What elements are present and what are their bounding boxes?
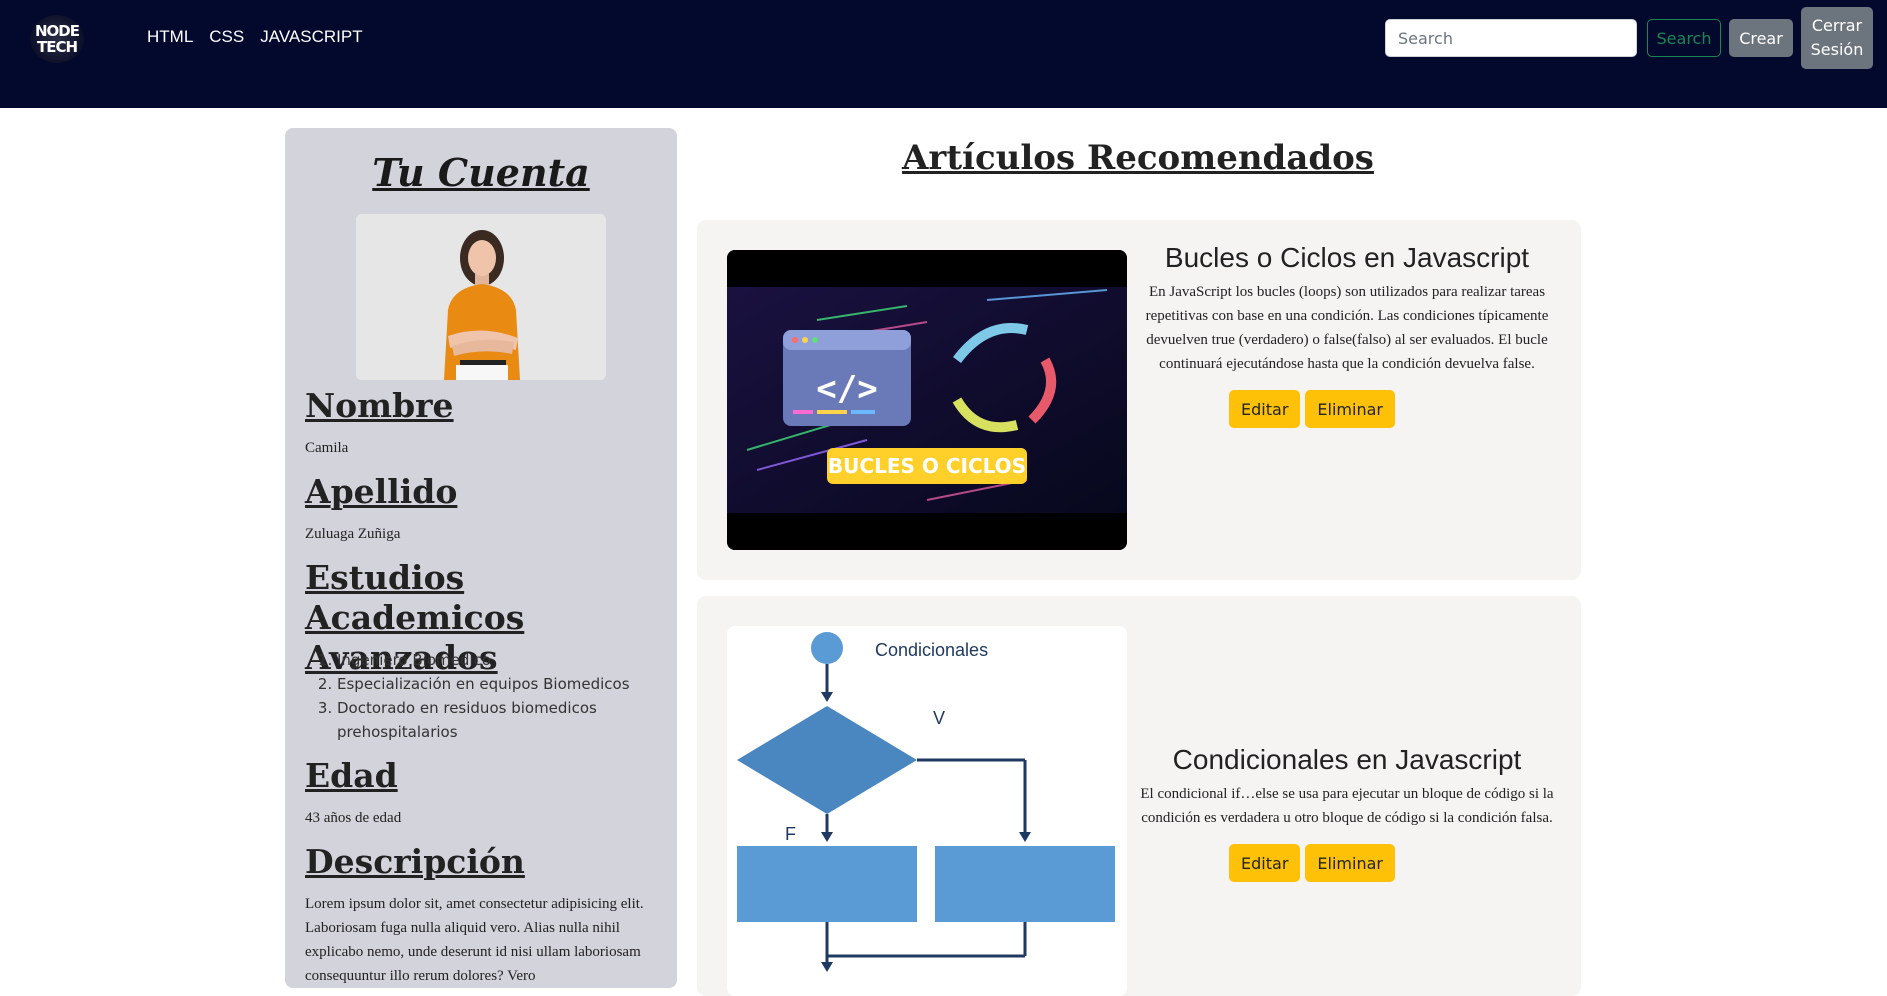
articles-heading: Artículos Recomendados <box>902 138 1374 178</box>
flowchart-true-label: V <box>933 708 945 728</box>
article-text: El condicional if…else se usa para ejecu… <box>1140 786 1554 826</box>
article-title: Condicionales en Javascript <box>1172 744 1522 775</box>
edit-button[interactable]: Editar <box>1229 844 1301 882</box>
article-title: Bucles o Ciclos en Javascript <box>1164 242 1530 273</box>
article-body-conditionals: Condicionales en Javascript El condicion… <box>1137 744 1557 882</box>
list-item: Especialización en equipos Biomedicos <box>337 672 667 696</box>
profile-photo <box>356 214 606 380</box>
logo[interactable]: NODE TECH <box>30 15 84 63</box>
article-actions: Editar Eliminar <box>1067 844 1557 882</box>
nav-link-html[interactable]: HTML <box>147 27 193 47</box>
account-title: Tu Cuenta <box>372 150 590 195</box>
article-body-loops: Bucles o Ciclos en Javascript En JavaScr… <box>1137 242 1557 428</box>
flowchart-title: Condicionales <box>875 640 988 660</box>
profile-photo-illustration <box>356 214 606 380</box>
delete-button[interactable]: Eliminar <box>1305 844 1395 882</box>
lastname-value: Zuluaga Zuñiga <box>305 526 401 542</box>
search-button[interactable]: Search <box>1647 19 1721 57</box>
article-card-loops: </> BUCLES O CICLOS Bucles o Ciclos en J… <box>697 220 1581 580</box>
article-actions: Editar Eliminar <box>1067 390 1557 428</box>
logo-line2: TECH <box>36 38 78 56</box>
list-item: Doctorado en residuos biomedicos prehosp… <box>337 696 667 744</box>
lastname-heading: Apellido <box>305 472 458 511</box>
search-input[interactable] <box>1385 19 1637 57</box>
article-image-conditionals[interactable]: Condicionales V F <box>727 626 1127 996</box>
navbar: NODE TECH HTML CSS JAVASCRIPT Search Cre… <box>0 0 1887 108</box>
name-heading: Nombre <box>305 386 454 425</box>
loops-caption: BUCLES O CICLOS <box>828 454 1026 478</box>
article-card-conditionals: Condicionales V F Condicionales en Javas… <box>697 596 1581 996</box>
logout-button[interactable]: Cerrar Sesión <box>1801 7 1873 69</box>
create-button[interactable]: Crear <box>1729 19 1793 57</box>
description-value: Lorem ipsum dolor sit, amet consectetur … <box>305 896 644 984</box>
nav-link-javascript[interactable]: JAVASCRIPT <box>260 27 362 47</box>
flowchart-false-label: F <box>785 824 796 844</box>
svg-text:</>: </> <box>816 369 877 409</box>
studies-list: Ingeniero Biomedico Especialización en e… <box>305 648 667 744</box>
delete-button[interactable]: Eliminar <box>1305 390 1395 428</box>
nav-link-css[interactable]: CSS <box>209 27 244 47</box>
list-item: Ingeniero Biomedico <box>337 648 667 672</box>
edit-button[interactable]: Editar <box>1229 390 1301 428</box>
conditionals-flowchart: Condicionales V F <box>727 626 1127 996</box>
account-sidebar: Tu Cuenta Nombre Camila Apellido Zuluaga… <box>285 128 677 988</box>
age-value: 43 años de edad <box>305 810 402 826</box>
article-text: En JavaScript los bucles (loops) son uti… <box>1145 284 1549 372</box>
name-value: Camila <box>305 440 349 456</box>
logo-line1: NODE <box>34 22 80 40</box>
age-heading: Edad <box>305 756 398 795</box>
nav-links: HTML CSS JAVASCRIPT <box>147 27 363 47</box>
description-heading: Descripción <box>305 842 525 881</box>
